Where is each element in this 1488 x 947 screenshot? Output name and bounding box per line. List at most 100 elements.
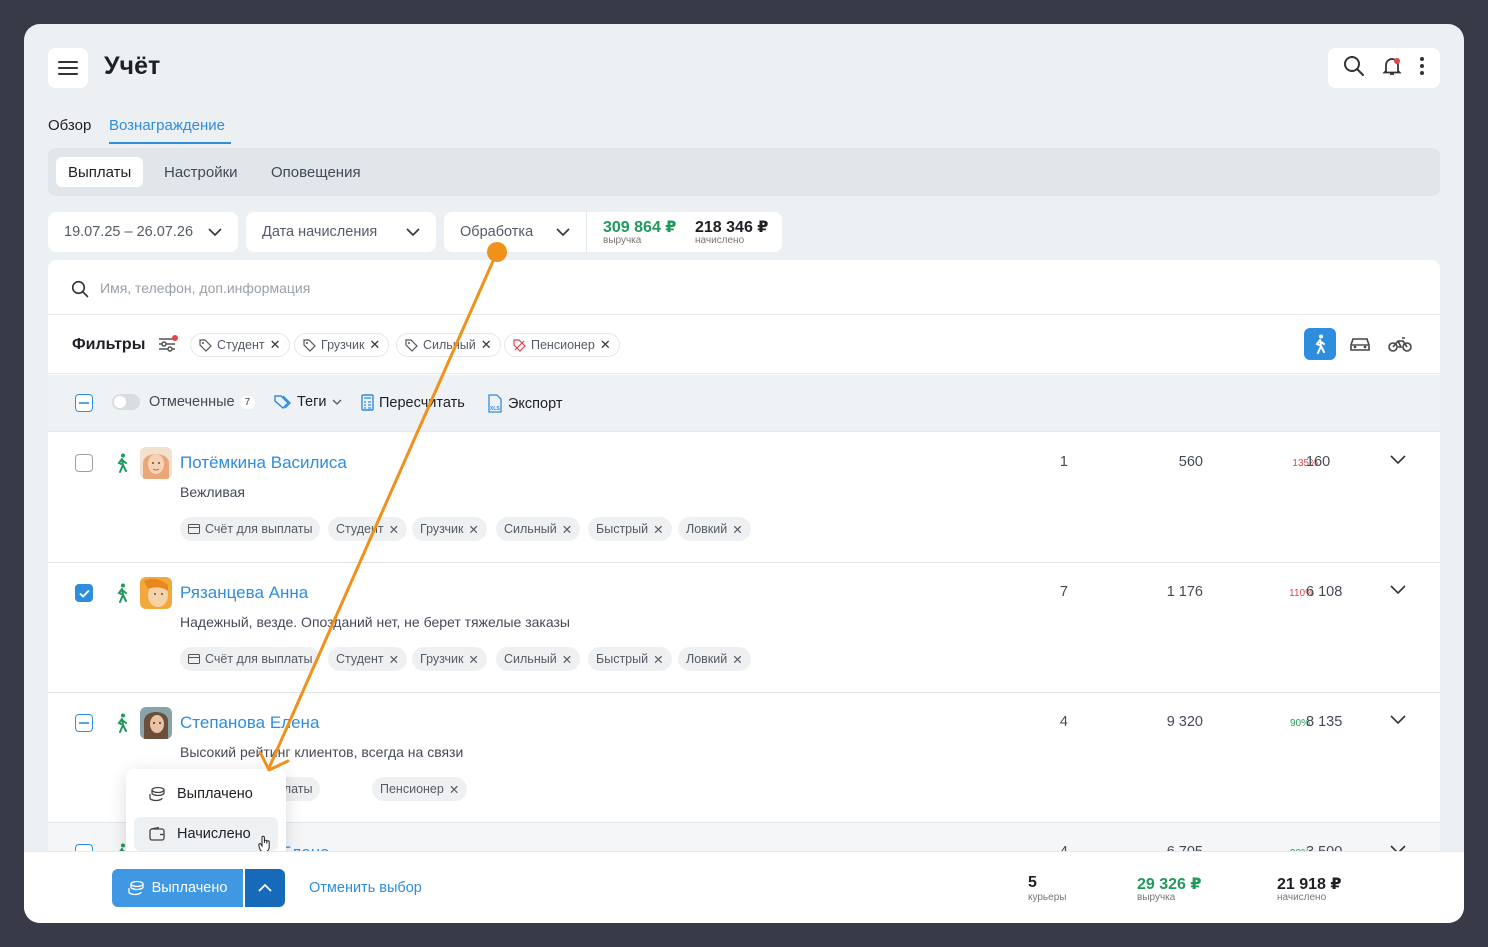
sliders-icon[interactable]: [158, 335, 178, 353]
filters-row: Фильтры Студент ✕ Грузчик ✕ Сильный ✕ Пенси…: [48, 316, 1440, 374]
top-actions: [1328, 48, 1440, 88]
remove-tag-icon[interactable]: ✕: [389, 522, 399, 537]
accrued-value: 8 135: [1306, 714, 1343, 730]
row-tag[interactable]: Быстрый ✕: [588, 647, 672, 671]
chevron-down-icon[interactable]: [1390, 455, 1406, 465]
remove-tag-icon[interactable]: ✕: [449, 782, 459, 797]
select-all-checkbox[interactable]: [75, 394, 93, 412]
filter-chip[interactable]: Студент ✕: [190, 333, 290, 357]
row-tag[interactable]: Студент ✕: [328, 517, 408, 541]
check-icon: [78, 589, 90, 598]
car-icon: [1350, 338, 1370, 351]
accrued-value: 6 108: [1306, 584, 1343, 600]
recalculate-button[interactable]: Пересчитать: [361, 394, 465, 411]
remove-chip-icon[interactable]: ✕: [600, 337, 611, 353]
courier-name[interactable]: Потёмкина Василиса: [180, 453, 347, 473]
chevron-down-icon: [556, 227, 570, 236]
bottom-action-bar: Выплачено Отменить выбор 5 курьеры 29 32…: [24, 851, 1464, 923]
chevron-down-icon[interactable]: [1390, 715, 1406, 725]
search-input[interactable]: Имя, телефон, доп.информация: [100, 280, 310, 296]
row-checkbox[interactable]: [75, 454, 93, 472]
search-icon: [71, 280, 89, 298]
remove-tag-icon[interactable]: ✕: [562, 652, 572, 667]
calculator-icon: [361, 394, 374, 411]
row-checkbox[interactable]: [75, 584, 93, 602]
selected-revenue: 29 326 ₽: [1137, 876, 1202, 893]
tags-icon: [274, 395, 291, 409]
tab-overview[interactable]: Обзор: [48, 117, 91, 134]
transport-walk-button[interactable]: [1304, 328, 1336, 360]
row-tag[interactable]: Быстрый ✕: [588, 517, 672, 541]
status-value: Обработка: [460, 224, 534, 240]
courier-name[interactable]: Степанова Елена: [180, 713, 319, 733]
cancel-selection-link[interactable]: Отменить выбор: [309, 880, 422, 896]
remove-tag-icon[interactable]: ✕: [389, 652, 399, 667]
date-type-select[interactable]: Дата начисления: [246, 212, 436, 252]
remove-tag-icon[interactable]: ✕: [468, 652, 478, 667]
tags-menu-button[interactable]: Теги: [274, 394, 342, 410]
row-tag[interactable]: Сильный ✕: [496, 647, 581, 671]
row-tag[interactable]: Ловкий ✕: [678, 647, 751, 671]
filter-chip[interactable]: Пенсионер ✕: [504, 333, 620, 357]
row-tag[interactable]: Грузчик ✕: [412, 517, 487, 541]
hamburger-icon: [58, 61, 78, 75]
remove-tag-icon[interactable]: ✕: [732, 522, 742, 537]
search-icon[interactable]: [1343, 55, 1365, 82]
row-tag[interactable]: Студент ✕: [328, 647, 408, 671]
row-tag[interactable]: Счёт для выплаты: [180, 647, 321, 671]
row-tag[interactable]: Счёт для выплаты: [180, 517, 321, 541]
export-button[interactable]: XLS Экспорт: [487, 394, 562, 413]
remove-chip-icon[interactable]: ✕: [481, 337, 492, 353]
bell-icon[interactable]: [1382, 56, 1402, 81]
filter-chip[interactable]: Грузчик ✕: [294, 333, 390, 357]
menu-item-paid[interactable]: Выплачено: [134, 777, 278, 811]
row-tag[interactable]: Ловкий ✕: [678, 517, 751, 541]
status-menu-toggle[interactable]: [245, 869, 285, 907]
menu-item-accrued[interactable]: Начислено: [134, 817, 278, 851]
search-row[interactable]: Имя, телефон, доп.информация: [48, 260, 1440, 315]
remove-chip-icon[interactable]: ✕: [369, 337, 380, 353]
selected-toggle[interactable]: Отмеченные 7: [112, 394, 256, 410]
subtab-settings[interactable]: Настройки: [152, 157, 250, 187]
transport-bike-button[interactable]: [1384, 328, 1416, 360]
row-tag[interactable]: Грузчик ✕: [412, 647, 487, 671]
export-label: Экспорт: [508, 395, 563, 412]
couriers-count: 5: [1028, 874, 1037, 891]
tab-reward[interactable]: Вознаграждение: [109, 117, 225, 134]
walker-icon: [1315, 334, 1325, 354]
chip-label: Грузчик: [321, 338, 365, 352]
remove-tag-icon[interactable]: ✕: [653, 522, 663, 537]
menu-button[interactable]: [48, 48, 88, 88]
transport-car-button[interactable]: [1344, 328, 1376, 360]
table-row[interactable]: Потёмкина Василиса Вежливая 1 560 135% 1…: [48, 433, 1440, 563]
remove-tag-icon[interactable]: ✕: [468, 522, 478, 537]
remove-chip-icon[interactable]: ✕: [270, 337, 281, 353]
bulk-actions-row: Отмеченные 7 Теги Пересчитать XLS Экспор…: [48, 375, 1440, 432]
status-select[interactable]: Обработка: [444, 212, 586, 252]
coins-icon: [127, 880, 144, 896]
tag-icon: [405, 338, 418, 352]
date-range-select[interactable]: 19.07.25 – 26.07.26: [48, 212, 238, 252]
chevron-down-icon[interactable]: [1390, 585, 1406, 595]
mark-paid-button[interactable]: Выплачено: [112, 869, 243, 907]
row-tag[interactable]: Пенсионер ✕: [372, 777, 468, 801]
tag-icon: [199, 338, 212, 352]
table-row[interactable]: Рязанцева Анна Надежный, везде. Опоздани…: [48, 563, 1440, 693]
remove-tag-icon[interactable]: ✕: [732, 652, 742, 667]
more-vertical-icon[interactable]: [1419, 56, 1425, 81]
row-checkbox[interactable]: [75, 714, 93, 732]
courier-name[interactable]: Рязанцева Анна: [180, 583, 308, 603]
filter-chip[interactable]: Сильный ✕: [396, 333, 501, 357]
date-type-value: Дата начисления: [262, 224, 378, 240]
selected-label: Отмеченные: [149, 394, 235, 410]
subtab-payouts[interactable]: Выплаты: [56, 157, 144, 187]
subtab-notifications[interactable]: Оповещения: [259, 157, 373, 187]
menu-item-label: Начислено: [177, 826, 251, 842]
accrued-total: 218 346 ₽: [695, 219, 769, 236]
toggle-switch[interactable]: [112, 394, 140, 410]
tab-underline: [109, 142, 231, 144]
row-tag[interactable]: Сильный ✕: [496, 517, 581, 541]
remove-tag-icon[interactable]: ✕: [653, 652, 663, 667]
filters-label: Фильтры: [72, 336, 146, 353]
remove-tag-icon[interactable]: ✕: [562, 522, 572, 537]
